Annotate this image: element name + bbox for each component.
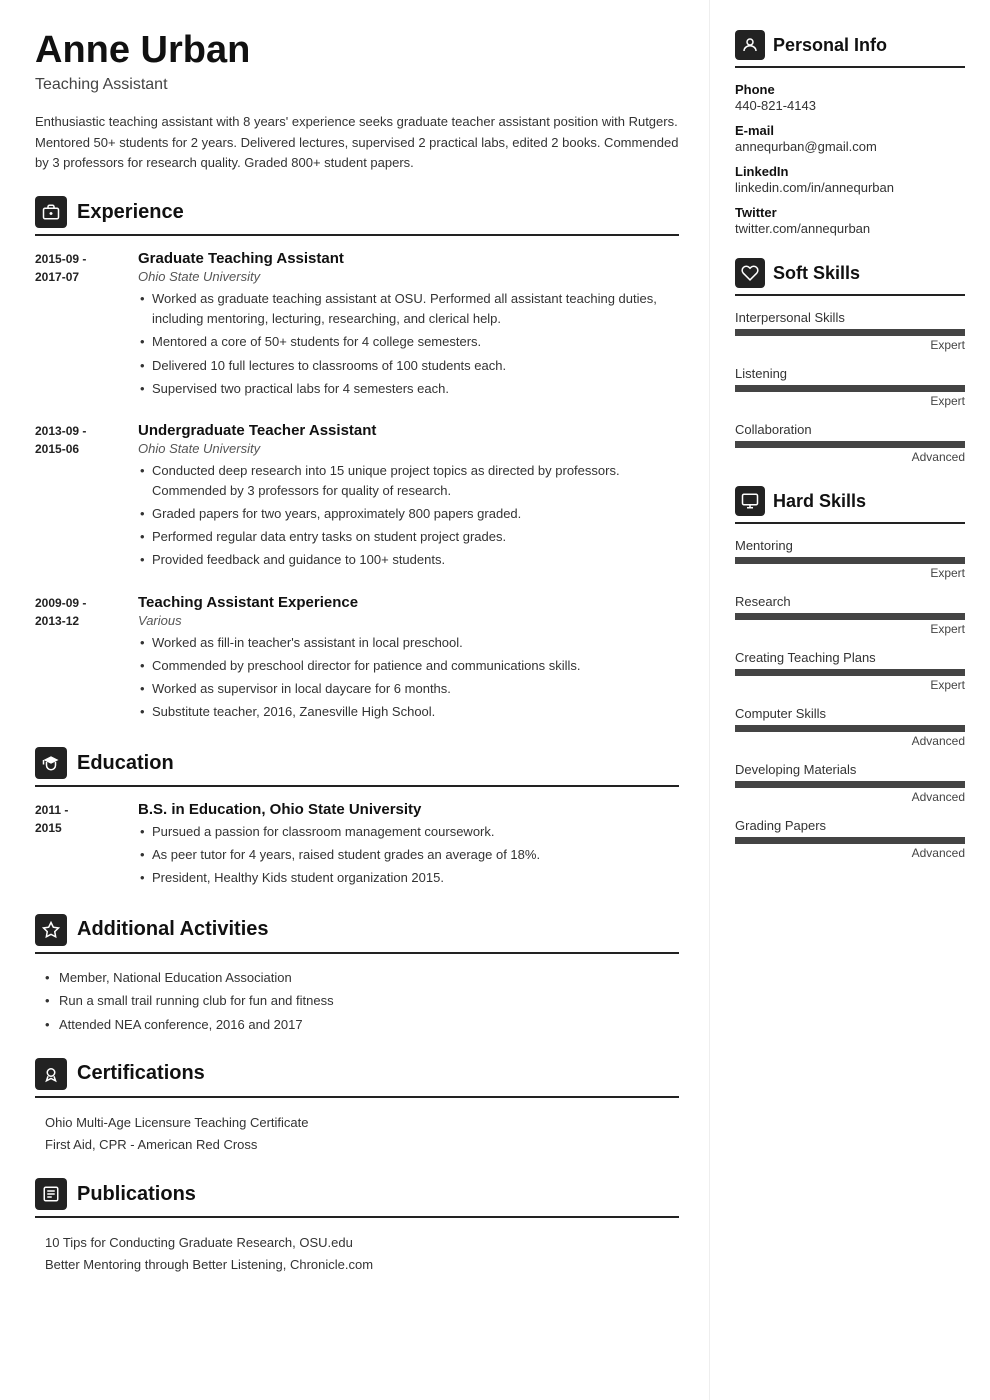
skill-computer: Computer Skills Advanced: [735, 706, 965, 748]
cert-item-2: First Aid, CPR - American Red Cross: [35, 1134, 679, 1156]
activities-list: Member, National Education Association R…: [35, 968, 679, 1036]
candidate-title: Teaching Assistant: [35, 76, 679, 94]
linkedin-label: LinkedIn: [735, 164, 965, 179]
certifications-section: Certifications Ohio Multi-Age Licensure …: [35, 1058, 679, 1156]
activities-title: Additional Activities: [77, 918, 269, 941]
edu-item-1: 2011 - 2015 B.S. in Education, Ohio Stat…: [35, 801, 679, 891]
pub-item-1: 10 Tips for Conducting Graduate Research…: [35, 1232, 679, 1254]
header: Anne Urban Teaching Assistant: [35, 30, 679, 94]
twitter-value: twitter.com/annequrban: [735, 221, 965, 236]
skill-bar-listening: [735, 385, 965, 392]
exp-date-3: 2009-09 - 2013-12: [35, 594, 120, 726]
phone-label: Phone: [735, 82, 965, 97]
activities-section: Additional Activities Member, National E…: [35, 914, 679, 1036]
edu-content-1: B.S. in Education, Ohio State University…: [138, 801, 540, 891]
education-header: Education: [35, 747, 679, 787]
experience-icon: [35, 196, 67, 228]
certifications-title: Certifications: [77, 1062, 205, 1085]
linkedin-value: linkedin.com/in/annequrban: [735, 180, 965, 195]
certifications-header: Certifications: [35, 1058, 679, 1098]
publications-title: Publications: [77, 1183, 196, 1206]
activities-header: Additional Activities: [35, 914, 679, 954]
skill-developing-materials: Developing Materials Advanced: [735, 762, 965, 804]
hard-skills-header: Hard Skills: [735, 486, 965, 524]
exp-item-3: 2009-09 - 2013-12 Teaching Assistant Exp…: [35, 594, 679, 726]
personal-info-title: Personal Info: [773, 35, 887, 56]
skill-listening: Listening Expert: [735, 366, 965, 408]
publications-section: Publications 10 Tips for Conducting Grad…: [35, 1178, 679, 1276]
twitter-label: Twitter: [735, 205, 965, 220]
exp-content-1: Graduate Teaching Assistant Ohio State U…: [138, 250, 679, 402]
skill-bar-interpersonal: [735, 329, 965, 336]
email-value: annequrban@gmail.com: [735, 139, 965, 154]
hard-skills-title: Hard Skills: [773, 491, 866, 512]
exp-item-2: 2013-09 - 2015-06 Undergraduate Teacher …: [35, 422, 679, 574]
publications-header: Publications: [35, 1178, 679, 1218]
activities-icon: [35, 914, 67, 946]
skill-grading-papers: Grading Papers Advanced: [735, 818, 965, 860]
hard-skills-icon: [735, 486, 765, 516]
soft-skills-header: Soft Skills: [735, 258, 965, 296]
education-title: Education: [77, 752, 174, 775]
soft-skills-section: Soft Skills Interpersonal Skills Expert …: [735, 258, 965, 464]
exp-content-2: Undergraduate Teacher Assistant Ohio Sta…: [138, 422, 679, 574]
personal-info-header: Personal Info: [735, 30, 965, 68]
exp-date-1: 2015-09 - 2017-07: [35, 250, 120, 402]
personal-info-section: Personal Info Phone 440-821-4143 E-mail …: [735, 30, 965, 236]
education-section: Education 2011 - 2015 B.S. in Education,…: [35, 747, 679, 891]
education-icon: [35, 747, 67, 779]
soft-skills-title: Soft Skills: [773, 263, 860, 284]
personal-info-icon: [735, 30, 765, 60]
email-label: E-mail: [735, 123, 965, 138]
skill-mentoring: Mentoring Expert: [735, 538, 965, 580]
skill-teaching-plans: Creating Teaching Plans Expert: [735, 650, 965, 692]
experience-header: Experience: [35, 196, 679, 236]
hard-skills-section: Hard Skills Mentoring Expert Research Ex…: [735, 486, 965, 860]
skill-bar-collaboration: [735, 441, 965, 448]
exp-date-2: 2013-09 - 2015-06: [35, 422, 120, 574]
edu-date-1: 2011 - 2015: [35, 801, 120, 891]
skill-research: Research Expert: [735, 594, 965, 636]
exp-content-3: Teaching Assistant Experience Various Wo…: [138, 594, 679, 726]
pub-item-2: Better Mentoring through Better Listenin…: [35, 1254, 679, 1276]
cert-item-1: Ohio Multi-Age Licensure Teaching Certif…: [35, 1112, 679, 1134]
exp-item-1: 2015-09 - 2017-07 Graduate Teaching Assi…: [35, 250, 679, 402]
publications-icon: [35, 1178, 67, 1210]
skill-interpersonal: Interpersonal Skills Expert: [735, 310, 965, 352]
summary: Enthusiastic teaching assistant with 8 y…: [35, 112, 679, 174]
skill-collaboration: Collaboration Advanced: [735, 422, 965, 464]
candidate-name: Anne Urban: [35, 30, 679, 72]
experience-title: Experience: [77, 201, 184, 224]
phone-value: 440-821-4143: [735, 98, 965, 113]
experience-section: Experience 2015-09 - 2017-07 Graduate Te…: [35, 196, 679, 725]
certifications-icon: [35, 1058, 67, 1090]
soft-skills-icon: [735, 258, 765, 288]
